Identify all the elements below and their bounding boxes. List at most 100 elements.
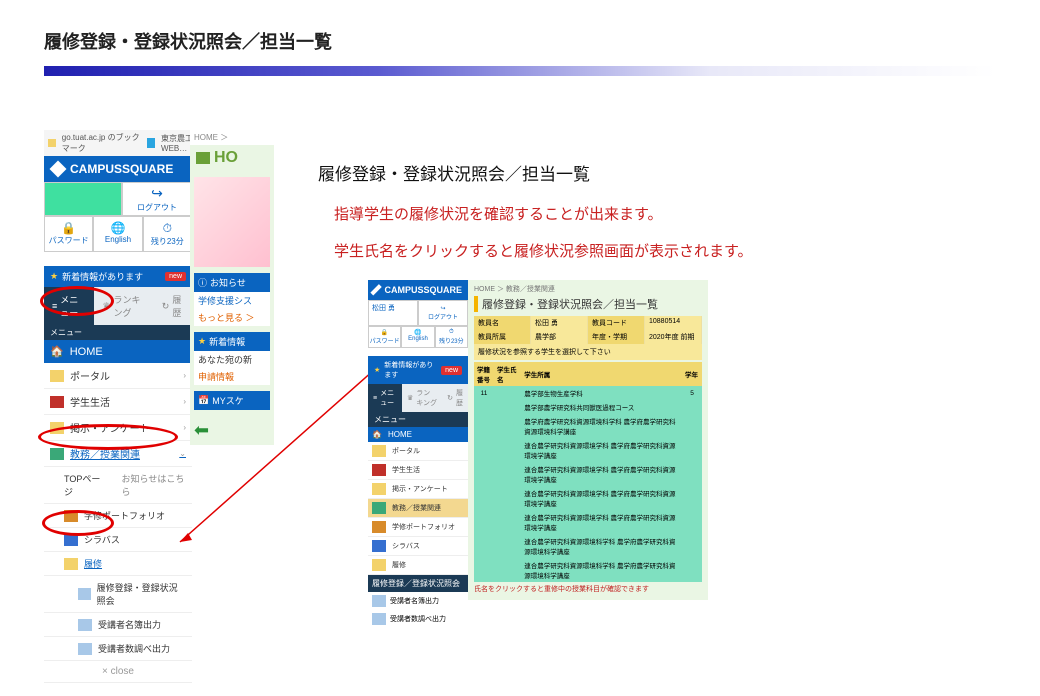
globe-icon: 🌐 bbox=[414, 329, 421, 336]
nav-rishu-status[interactable]: 履修登録・登録状況照会 bbox=[44, 576, 192, 613]
mini-content: HOME ＞ 教務／授業関連 履修登録・登録状況照会／担当一覧 教員名 松田 勇… bbox=[468, 280, 708, 600]
table-row[interactable]: 連合農学研究科資源環境学科 農学府農学研究科資源環境学講座 bbox=[474, 462, 702, 486]
star-icon: ★ bbox=[198, 336, 206, 347]
mini-info-l1a: 教員名 bbox=[474, 316, 531, 330]
nav-student[interactable]: 学生生活› bbox=[44, 389, 192, 415]
tab-ranking[interactable]: ♛ランキング bbox=[94, 287, 153, 325]
notice-line[interactable]: 学修支援シス bbox=[194, 292, 270, 309]
table-row[interactable]: 連合農学研究科資源環境科学科 農学府農学研究科資源環境科学講座 bbox=[474, 558, 702, 582]
table-row[interactable]: 連合農学研究科資源環境科学科 農学府農学研究科資源環境科学講座 bbox=[474, 534, 702, 558]
mini-nav-syllabus[interactable]: シラバス bbox=[368, 537, 468, 556]
mini-tab-ranking[interactable]: ♛ ランキング bbox=[402, 384, 442, 412]
notify-bar[interactable]: ★ 新着情報があります new bbox=[44, 266, 192, 287]
portal-icon bbox=[50, 370, 64, 382]
nav-rishu-status-label: 履修登録・登録状況照会 bbox=[97, 581, 186, 607]
hero-image bbox=[194, 177, 270, 267]
mini-nav-rishu[interactable]: 履修 bbox=[368, 556, 468, 575]
mini-username: 松田 勇 bbox=[372, 305, 395, 312]
mini-remaining-label: 残り23分 bbox=[439, 336, 464, 345]
triple-toolbar: 🔒パスワード 🌐English ⏱残り23分 bbox=[44, 216, 192, 252]
tab-menu[interactable]: ≡メニュー bbox=[44, 287, 94, 325]
mini-new-badge: new bbox=[441, 366, 462, 375]
mini-info-l2b: 農学部 bbox=[531, 330, 588, 344]
tab-history[interactable]: ↻履歴 bbox=[154, 287, 192, 325]
title-accent-bar bbox=[44, 66, 996, 76]
home-heading: HO bbox=[190, 145, 274, 171]
nav-portfolio[interactable]: 学修ポートフォリオ bbox=[44, 504, 192, 528]
nav-syllabus[interactable]: シラバス bbox=[44, 528, 192, 552]
home-heading-label: HO bbox=[214, 149, 238, 167]
mini-password[interactable]: 🔒パスワード bbox=[368, 326, 401, 348]
nav-top-label: TOPページ bbox=[64, 472, 105, 498]
table-row[interactable]: 連合農学研究科資源環境学科 農学府農学研究科資源環境学講座 bbox=[474, 486, 702, 510]
table-row[interactable]: 連合農学研究科資源環境学科 農学府農学研究科資源環境学講座 bbox=[474, 438, 702, 462]
newinfo-line2[interactable]: 申請情報 bbox=[194, 368, 270, 385]
mini-notify[interactable]: ★新着情報がありますnew bbox=[368, 356, 468, 384]
logout-button[interactable]: ↪ ログアウト bbox=[122, 182, 192, 216]
nav-close[interactable]: × close bbox=[44, 661, 192, 683]
mysched-title-label: MYスケ bbox=[212, 394, 244, 407]
col-dept: 学生所属 bbox=[521, 362, 682, 386]
mini-nav-home[interactable]: 🏠 HOME bbox=[368, 427, 468, 442]
notice-more[interactable]: もっと見る ＞ bbox=[194, 309, 270, 326]
history-icon: ↻ bbox=[162, 301, 170, 312]
nav-bulletin[interactable]: 掲示・アンケート› bbox=[44, 415, 192, 441]
mini-nav-portfolio[interactable]: 学修ポートフォリオ bbox=[368, 518, 468, 537]
tab-ranking-label: ランキング bbox=[114, 293, 146, 319]
chevron-down-icon: ⌄ bbox=[179, 449, 186, 458]
paper-icon bbox=[372, 613, 386, 625]
paper-icon bbox=[78, 619, 92, 631]
tab-menu-label: メニュー bbox=[60, 293, 86, 319]
nav-roster[interactable]: 受講者名簿出力 bbox=[44, 613, 192, 637]
mini-tab-menu[interactable]: ≡ メニュー bbox=[368, 384, 402, 412]
star-icon: ★ bbox=[50, 271, 58, 282]
mini-tab-ranking-label: ランキング bbox=[416, 388, 437, 408]
mini-nav-portal[interactable]: ポータル bbox=[368, 442, 468, 461]
nav-home[interactable]: 🏠 HOME bbox=[44, 340, 192, 363]
mini-remaining[interactable]: ⏱残り23分 bbox=[435, 326, 468, 348]
mini-logout[interactable]: ↪ログアウト bbox=[418, 300, 468, 326]
nav-top[interactable]: TOPページ お知らせはこちら bbox=[44, 467, 192, 504]
mini-nav-bulletin[interactable]: 掲示・アンケート bbox=[368, 480, 468, 499]
mini-english[interactable]: 🌐English bbox=[401, 326, 434, 348]
newinfo-title: ★新着情報 bbox=[194, 332, 270, 351]
mini-sec-count[interactable]: 受講者数調べ出力 bbox=[368, 610, 468, 628]
table-row[interactable]: 連合農学研究科資源環境学科 農学府農学研究科資源環境学講座 bbox=[474, 510, 702, 534]
newinfo-line1: あなた宛の新 bbox=[194, 351, 270, 368]
nav-portal[interactable]: ポータル› bbox=[44, 363, 192, 389]
mini-nav-teaching-label: 教務／授業関連 bbox=[392, 503, 441, 513]
password-button[interactable]: 🔒パスワード bbox=[44, 216, 93, 252]
mini-nav-student-label: 学生生活 bbox=[392, 465, 420, 475]
mini-footnote: 氏名をクリックすると重修中の授業科目が確認できます bbox=[474, 582, 702, 596]
back-arrow[interactable]: ⬅ bbox=[190, 416, 274, 445]
mini-tab-history-label: 履歴 bbox=[456, 388, 463, 408]
mini-nav-portfolio-label: 学修ポートフォリオ bbox=[392, 522, 455, 532]
mini-nav-teaching[interactable]: 教務／授業関連 bbox=[368, 499, 468, 518]
mini-info-l1b: 松田 勇 bbox=[531, 316, 588, 330]
notice-panel: ⓘお知らせ 学修支援シス もっと見る ＞ bbox=[194, 273, 270, 326]
paper-icon bbox=[78, 588, 91, 600]
mini-sec-roster[interactable]: 受講者名簿出力 bbox=[368, 592, 468, 610]
nav-rishu[interactable]: 履修 bbox=[44, 552, 192, 576]
nav-teaching[interactable]: 教務／授業関連⌄ bbox=[44, 441, 192, 467]
col-year: 学年 bbox=[682, 362, 702, 386]
nav-home-label: HOME bbox=[70, 346, 103, 358]
folder-icon bbox=[64, 558, 78, 570]
chevron-right-icon: › bbox=[183, 371, 186, 380]
nav-syllabus-label: シラバス bbox=[84, 533, 120, 546]
nav-student-label: 学生生活 bbox=[70, 394, 110, 409]
mini-nav-student[interactable]: 学生生活 bbox=[368, 461, 468, 480]
mini-tab-history[interactable]: ↻ 履歴 bbox=[442, 384, 468, 412]
user-box bbox=[44, 182, 122, 216]
mini-instruction: 履修状況を参照する学生を選択して下さい bbox=[474, 344, 702, 360]
table-row[interactable]: 農学府農学研究科資源環境科学科 農学府農学研究科資源環境科学講座 bbox=[474, 414, 702, 438]
student-table: 学籍番号 学生氏名 学生所属 学年 11農学部生物生産学科5農学部農学研究科共同… bbox=[474, 362, 702, 582]
table-row[interactable]: 農学部農学研究科共同獣医過程コース bbox=[474, 400, 702, 414]
remaining-button[interactable]: ⏱残り23分 bbox=[143, 216, 192, 252]
table-row[interactable]: 11農学部生物生産学科5 bbox=[474, 386, 702, 400]
english-button[interactable]: 🌐English bbox=[93, 216, 142, 252]
nav-count[interactable]: 受講者数調べ出力 bbox=[44, 637, 192, 661]
paper-icon bbox=[78, 643, 92, 655]
bulletin-icon bbox=[50, 422, 64, 434]
home-icon: 🏠 bbox=[50, 345, 64, 358]
